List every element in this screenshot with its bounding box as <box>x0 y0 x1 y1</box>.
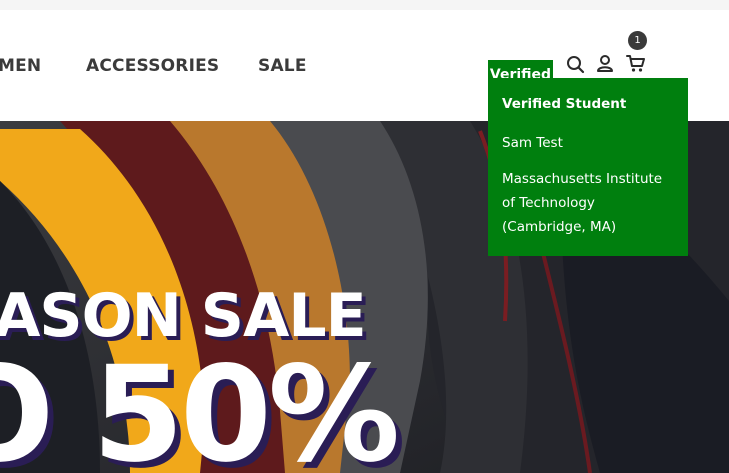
dropdown-title: Verified Student <box>502 96 627 112</box>
nav-item-sale[interactable]: SALE <box>258 56 307 76</box>
nav-item-accessories[interactable]: ACCESSORIES <box>86 56 219 76</box>
hero-discount: O 50% <box>0 338 400 473</box>
top-strip <box>0 0 729 10</box>
cart-count-badge: 1 <box>628 31 647 50</box>
student-school: Massachusetts Institute of Technology (C… <box>502 171 663 235</box>
search-icon[interactable] <box>564 53 586 75</box>
student-name: Sam Test <box>502 135 563 151</box>
user-icon[interactable] <box>594 52 616 74</box>
verified-dropdown: Verified Student Sam Test Massachusetts … <box>488 78 688 256</box>
nav-item-men[interactable]: MEN <box>0 56 41 76</box>
cart-icon[interactable] <box>625 52 647 74</box>
